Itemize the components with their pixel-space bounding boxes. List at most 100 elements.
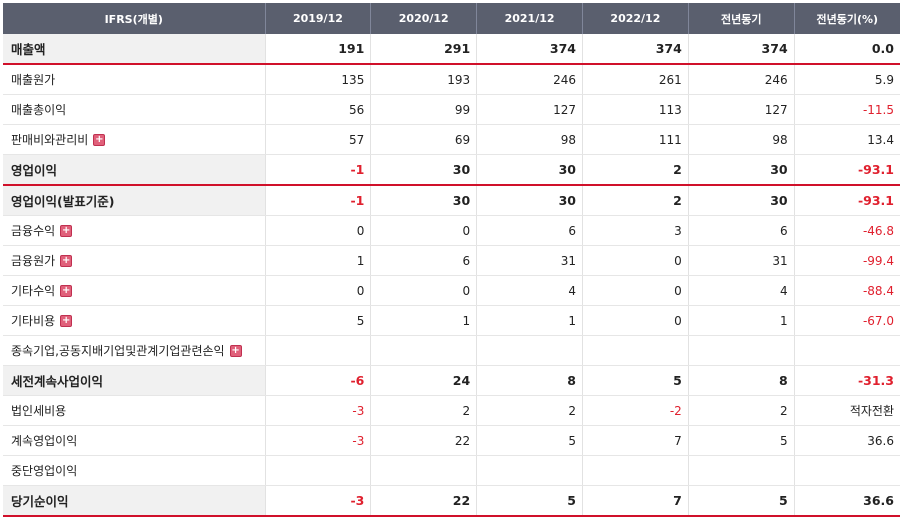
row-label-cell[interactable]: 판매비와관리비 + <box>3 124 266 155</box>
value-cell: 31 <box>476 245 583 276</box>
row-label: 기타수익 <box>11 284 56 298</box>
value-cell: 0 <box>370 275 478 306</box>
value-cell: 1 <box>476 305 583 336</box>
value-cell: 0 <box>265 215 372 246</box>
plus-square-icon[interactable]: + <box>60 284 73 297</box>
value-cell: 0 <box>582 245 689 276</box>
row-label-cell: 매출액 <box>3 34 266 65</box>
table-row: 매출총이익 56 99 127 113 127 -11.5 <box>3 94 900 125</box>
row-label: 매출원가 <box>11 73 56 87</box>
row-label: 영업이익 <box>11 163 58 178</box>
row-label-cell[interactable]: 종속기업,공동지배기업및관계기업관련손익 + <box>3 335 266 366</box>
value-cell <box>582 455 689 486</box>
value-cell <box>794 335 900 366</box>
plus-square-icon[interactable]: + <box>60 314 73 327</box>
row-label: 계속영업이익 <box>11 434 78 448</box>
value-cell: 30 <box>688 185 795 216</box>
row-label-cell: 세전계속사업이익 <box>3 365 266 396</box>
row-label: 매출총이익 <box>11 103 67 117</box>
row-label: 종속기업,공동지배기업및관계기업관련손익 <box>11 344 225 358</box>
value-cell: 5 <box>688 485 795 517</box>
value-cell <box>265 335 372 366</box>
row-label-cell: 계속영업이익 <box>3 425 266 456</box>
value-cell: 13.4 <box>794 124 900 155</box>
table-row: 판매비와관리비 +57 69 98 111 98 13.4 <box>3 124 900 155</box>
table-row: 기타비용 +5 1 1 0 1 -67.0 <box>3 305 900 336</box>
row-label-cell[interactable]: 기타수익 + <box>3 275 266 306</box>
value-cell: 8 <box>688 365 795 396</box>
value-cell: 2 <box>582 154 689 186</box>
value-cell: 6 <box>688 215 795 246</box>
header-column-5: 전년동기 <box>688 3 795 34</box>
table-row: 영업이익 -1 30 30 2 30 -93.1 <box>3 154 900 186</box>
value-cell: 0 <box>582 275 689 306</box>
value-cell: 99 <box>370 94 478 125</box>
value-cell: 374 <box>688 34 795 65</box>
table-row: 당기순이익 -3 22 5 7 5 36.6 <box>3 485 900 517</box>
row-label-cell[interactable]: 금융원가 + <box>3 245 266 276</box>
row-label-cell[interactable]: 금융수익 + <box>3 215 266 246</box>
value-cell: -93.1 <box>794 185 900 216</box>
value-cell: 8 <box>476 365 583 396</box>
value-cell: 6 <box>370 245 478 276</box>
value-cell: 98 <box>688 124 795 155</box>
value-cell: 5 <box>476 485 583 517</box>
row-label: 세전계속사업이익 <box>11 374 104 389</box>
value-cell: 291 <box>370 34 478 65</box>
income-statement-table: IFRS(개별) 2019/12 2020/12 2021/12 2022/12 전년동기… <box>3 3 900 517</box>
table-row: 중단영업이익 <box>3 455 900 486</box>
header-column-4: 2022/12 <box>582 3 689 34</box>
value-cell <box>582 335 689 366</box>
value-cell: 246 <box>476 64 583 95</box>
plus-square-icon[interactable]: + <box>229 344 242 357</box>
value-cell: 적자전환 <box>794 395 900 426</box>
value-cell: 0 <box>265 275 372 306</box>
header-column-1: 2019/12 <box>265 3 372 34</box>
row-label: 법인세비용 <box>11 404 67 418</box>
value-cell: -3 <box>265 395 372 426</box>
value-cell <box>265 455 372 486</box>
value-cell: 98 <box>476 124 583 155</box>
value-cell: 6 <box>476 215 583 246</box>
row-label: 영업이익(발표기준) <box>11 194 115 209</box>
value-cell: 7 <box>582 485 689 517</box>
value-cell: -3 <box>265 485 372 517</box>
table-row: 법인세비용 -3 2 2 -2 2 적자전환 <box>3 395 900 426</box>
value-cell: 1 <box>688 305 795 336</box>
row-label-cell: 영업이익 <box>3 154 266 186</box>
table-header-row: IFRS(개별) 2019/12 2020/12 2021/12 2022/12 전년동기… <box>3 3 900 34</box>
value-cell: 24 <box>370 365 478 396</box>
value-cell <box>476 335 583 366</box>
plus-square-icon[interactable]: + <box>60 224 73 237</box>
row-label-cell: 매출총이익 <box>3 94 266 125</box>
value-cell: 113 <box>582 94 689 125</box>
value-cell: 261 <box>582 64 689 95</box>
value-cell: 1 <box>370 305 478 336</box>
row-label-cell: 중단영업이익 <box>3 455 266 486</box>
header-column-6: 전년동기(%) <box>794 3 900 34</box>
value-cell: -88.4 <box>794 275 900 306</box>
value-cell: 2 <box>476 395 583 426</box>
table-row: 세전계속사업이익 -6 24 8 5 8 -31.3 <box>3 365 900 396</box>
value-cell: 30 <box>476 185 583 216</box>
table-row: 매출원가 135 193 246 261 246 5.9 <box>3 64 900 95</box>
value-cell: 36.6 <box>794 485 900 517</box>
value-cell: 31 <box>688 245 795 276</box>
row-label: 매출액 <box>11 42 46 57</box>
value-cell: 3 <box>582 215 689 246</box>
value-cell: 111 <box>582 124 689 155</box>
row-label: 금융수익 <box>11 224 56 238</box>
table-row: 기타수익 +0 0 4 0 4 -88.4 <box>3 275 900 306</box>
value-cell: 69 <box>370 124 478 155</box>
value-cell: 4 <box>476 275 583 306</box>
plus-square-icon[interactable]: + <box>93 133 106 146</box>
row-label-cell[interactable]: 기타비용 + <box>3 305 266 336</box>
plus-square-icon[interactable]: + <box>60 254 73 267</box>
value-cell: 5.9 <box>794 64 900 95</box>
value-cell: 5 <box>476 425 583 456</box>
value-cell: 127 <box>688 94 795 125</box>
value-cell <box>688 335 795 366</box>
table-body: 매출액 191 291 374 374 374 0.0 매출원가 135 193 246 261 246… <box>3 34 900 517</box>
value-cell: 30 <box>476 154 583 186</box>
value-cell <box>476 455 583 486</box>
